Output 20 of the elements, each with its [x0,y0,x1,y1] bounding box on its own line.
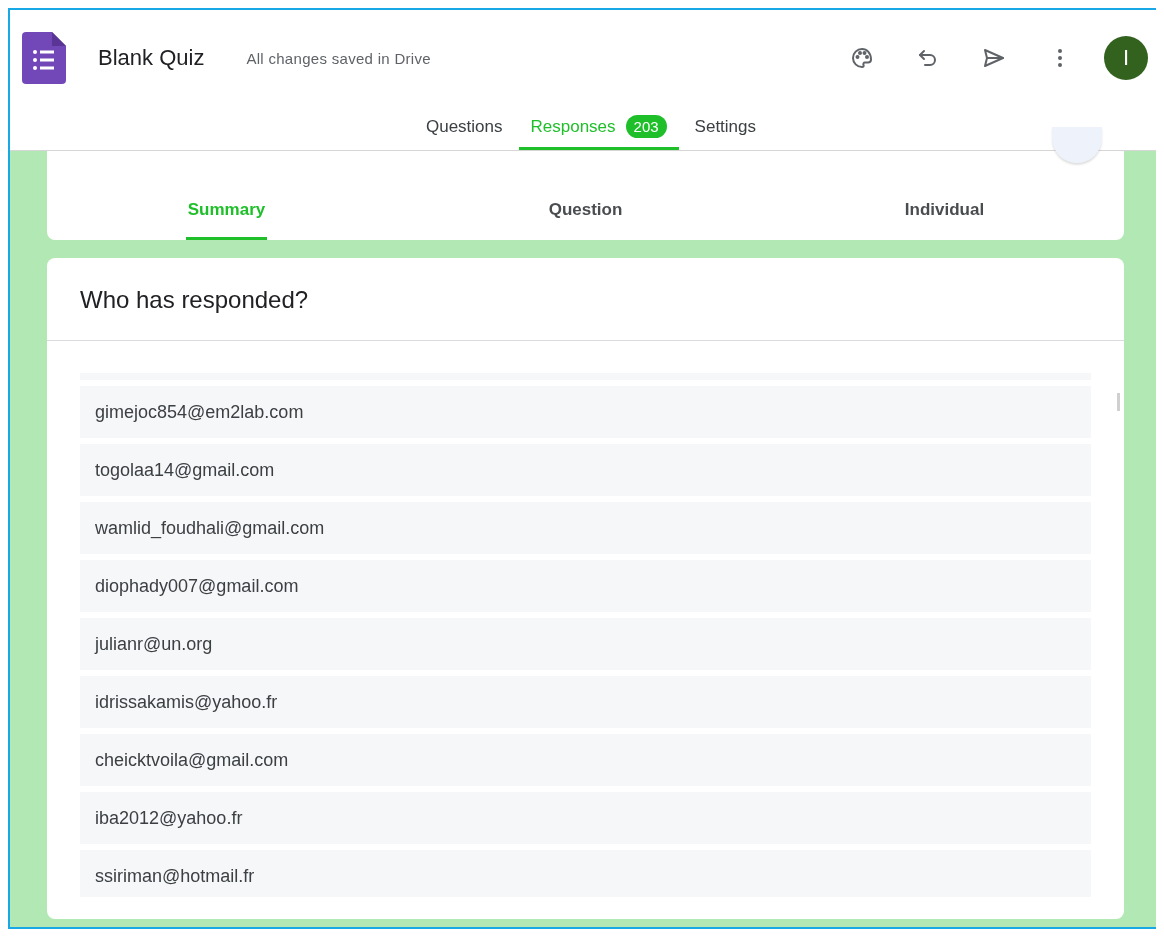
email-row: idrissakamis@yahoo.fr [80,676,1091,728]
forms-logo-icon [22,32,66,84]
email-row: cheicktvoila@gmail.com [80,734,1091,786]
email-row: julianr@un.org [80,618,1091,670]
save-status: All changes saved in Drive [246,49,431,67]
view-tab[interactable]: Individual [902,182,987,240]
count-badge: 203 [625,115,667,138]
email-row: togolaa14@gmail.com [80,444,1091,496]
scrollbar[interactable] [1117,393,1120,411]
card-title: Who has responded? [47,258,1124,341]
email-row: gimejoc854@em2lab.com [80,386,1091,438]
email-row: iba2012@yahoo.fr [80,792,1091,844]
account-avatar[interactable]: I [1104,36,1148,80]
form-title[interactable]: Blank Quiz [98,45,205,71]
email-row: ssiriman@hotmail.fr [80,850,1091,897]
tab[interactable]: Questions [413,106,515,150]
email-row: diophady007@gmail.com [80,560,1091,612]
tab[interactable]: Settings [682,106,769,150]
view-tab[interactable]: Question [546,182,625,240]
email-row: wamlid_foudhali@gmail.com [80,502,1091,554]
